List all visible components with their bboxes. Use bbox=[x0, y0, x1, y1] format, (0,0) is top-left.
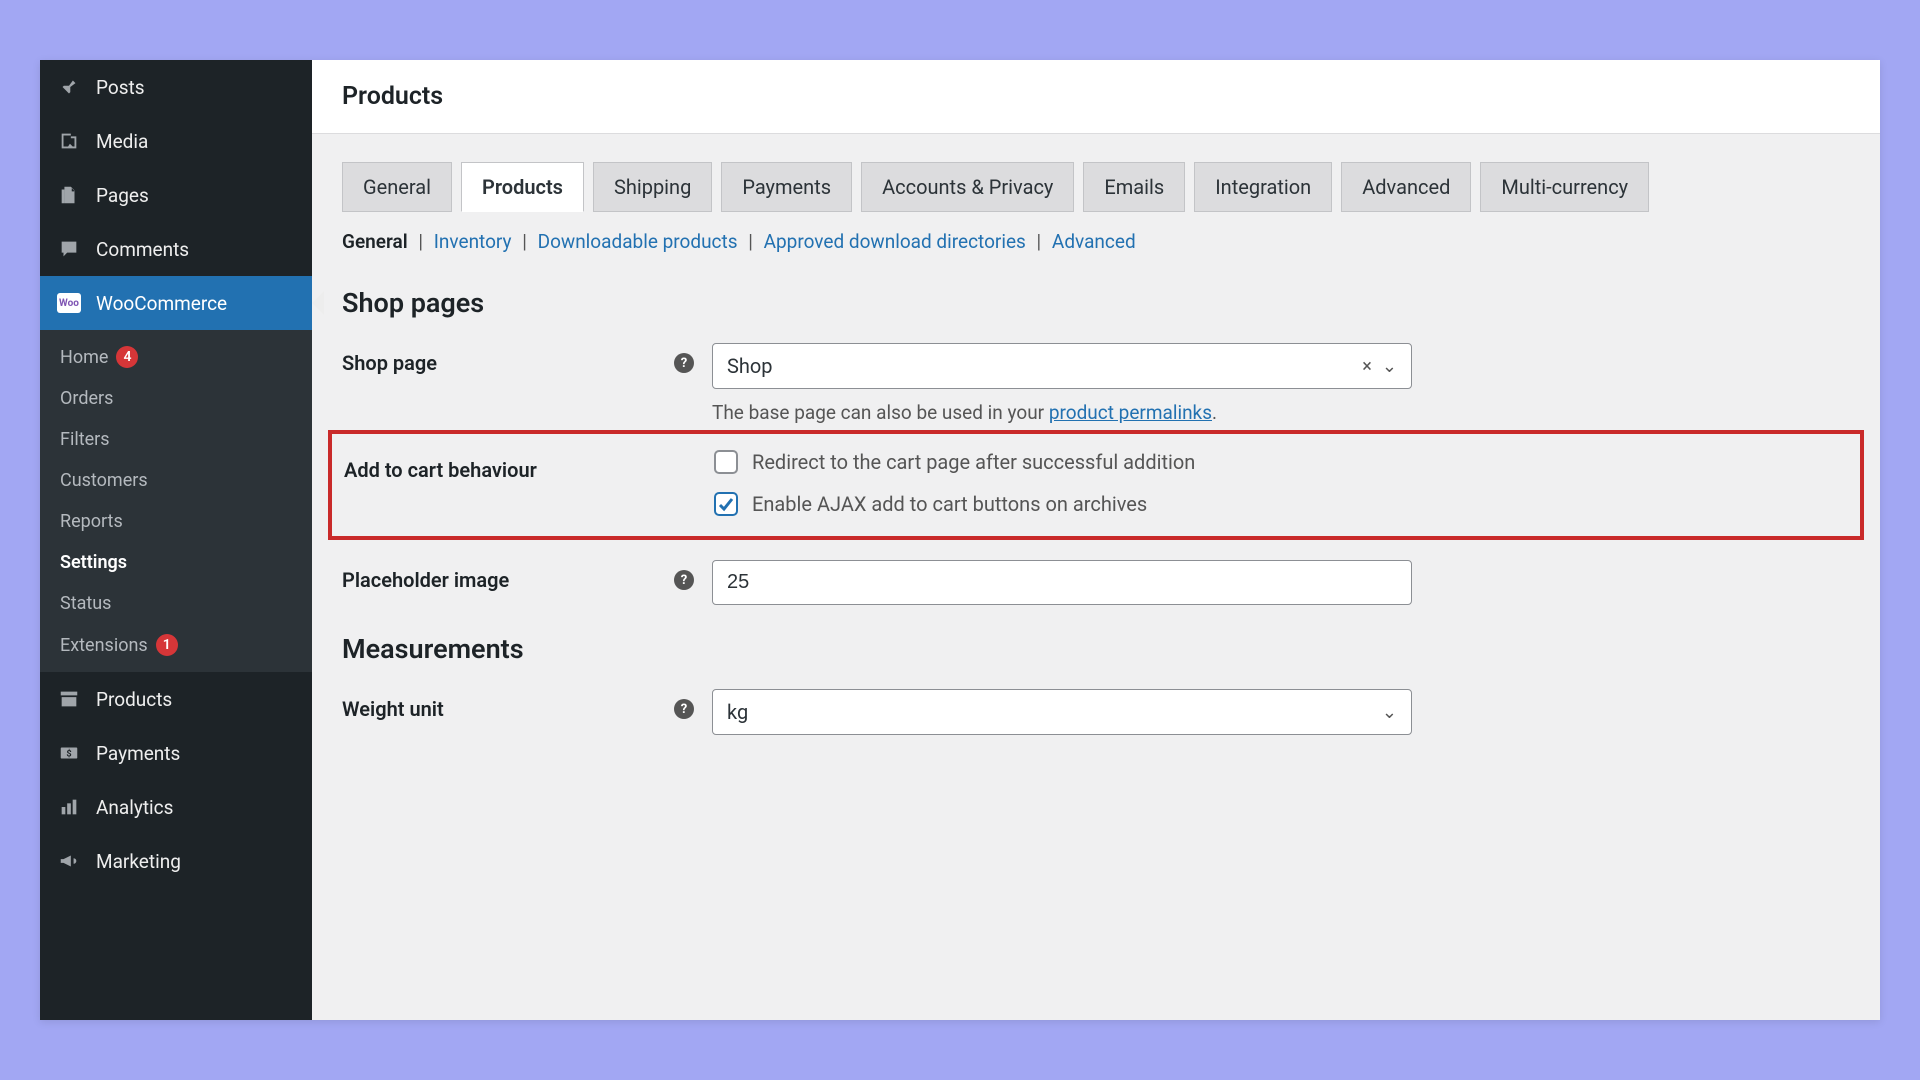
ajax-label: Enable AJAX add to cart buttons on archi… bbox=[752, 492, 1147, 516]
dollar-icon: $ bbox=[56, 740, 82, 766]
sidebar-submenu: Home4OrdersFiltersCustomersReportsSettin… bbox=[40, 330, 312, 672]
shop-page-value: Shop bbox=[727, 354, 773, 378]
badge: 4 bbox=[116, 346, 138, 368]
sidebar-sub-orders[interactable]: Orders bbox=[40, 378, 312, 419]
sidebar-label: Products bbox=[96, 688, 172, 711]
sidebar-label: Payments bbox=[96, 742, 180, 765]
tab-products[interactable]: Products bbox=[461, 162, 584, 212]
sidebar-label: WooCommerce bbox=[96, 292, 227, 315]
weight-unit-value: kg bbox=[727, 700, 748, 724]
tab-advanced[interactable]: Advanced bbox=[1341, 162, 1471, 212]
sidebar-item-payments[interactable]: $ Payments bbox=[40, 726, 312, 780]
bars-icon bbox=[56, 794, 82, 820]
sidebar-sub-customers[interactable]: Customers bbox=[40, 460, 312, 501]
megaphone-icon bbox=[56, 848, 82, 874]
help-icon[interactable]: ? bbox=[674, 570, 694, 590]
settings-tabs: GeneralProductsShippingPaymentsAccounts … bbox=[342, 162, 1850, 212]
tab-payments[interactable]: Payments bbox=[721, 162, 852, 212]
sidebar-label: Posts bbox=[96, 76, 145, 99]
help-icon[interactable]: ? bbox=[674, 699, 694, 719]
tab-general[interactable]: General bbox=[342, 162, 452, 212]
media-icon bbox=[56, 128, 82, 154]
svg-text:$: $ bbox=[66, 749, 71, 760]
redirect-label: Redirect to the cart page after successf… bbox=[752, 450, 1195, 474]
tab-integration[interactable]: Integration bbox=[1194, 162, 1332, 212]
subtab-inventory[interactable]: Inventory bbox=[434, 230, 512, 253]
sidebar-label: Marketing bbox=[96, 850, 181, 873]
sidebar-label: Pages bbox=[96, 184, 149, 207]
tab-multi-currency[interactable]: Multi-currency bbox=[1480, 162, 1649, 212]
subtab-general[interactable]: General bbox=[342, 230, 408, 253]
weight-unit-select[interactable]: kg ⌄ bbox=[712, 689, 1412, 735]
archive-icon bbox=[56, 686, 82, 712]
add-to-cart-label: Add to cart behaviour bbox=[344, 458, 537, 482]
sidebar-label: Analytics bbox=[96, 796, 173, 819]
sidebar-item-woocommerce[interactable]: Woo WooCommerce bbox=[40, 276, 312, 330]
woocommerce-icon: Woo bbox=[56, 290, 82, 316]
subtab-advanced[interactable]: Advanced bbox=[1052, 230, 1136, 253]
page-header: Products bbox=[312, 60, 1880, 134]
section-shop-pages: Shop pages bbox=[342, 287, 1850, 319]
shop-page-label: Shop page bbox=[342, 351, 437, 375]
sidebar-item-products[interactable]: Products bbox=[40, 672, 312, 726]
pin-icon bbox=[56, 74, 82, 100]
sidebar-label: Media bbox=[96, 130, 148, 153]
sidebar-sub-filters[interactable]: Filters bbox=[40, 419, 312, 460]
shop-page-select[interactable]: Shop × ⌄ bbox=[712, 343, 1412, 389]
tab-accounts-privacy[interactable]: Accounts & Privacy bbox=[861, 162, 1074, 212]
sidebar-sub-settings[interactable]: Settings bbox=[40, 542, 312, 583]
subtab-approved-download-directories[interactable]: Approved download directories bbox=[764, 230, 1026, 253]
section-measurements: Measurements bbox=[342, 633, 1850, 665]
sidebar-item-pages[interactable]: Pages bbox=[40, 168, 312, 222]
comment-icon bbox=[56, 236, 82, 262]
shop-page-desc: The base page can also be used in your p… bbox=[712, 401, 1412, 424]
help-icon[interactable]: ? bbox=[674, 353, 694, 373]
sidebar-item-marketing[interactable]: Marketing bbox=[40, 834, 312, 888]
chevron-down-icon[interactable]: ⌄ bbox=[1382, 356, 1397, 377]
admin-sidebar: PostsMediaPagesComments Woo WooCommerce … bbox=[40, 60, 312, 1020]
highlighted-setting: Add to cart behaviour Redirect to the ca… bbox=[328, 430, 1864, 540]
sidebar-item-comments[interactable]: Comments bbox=[40, 222, 312, 276]
sidebar-sub-reports[interactable]: Reports bbox=[40, 501, 312, 542]
sidebar-sub-home[interactable]: Home4 bbox=[40, 336, 312, 378]
clear-icon[interactable]: × bbox=[1362, 356, 1372, 377]
page-title: Products bbox=[342, 82, 1850, 111]
sidebar-sub-extensions[interactable]: Extensions1 bbox=[40, 624, 312, 666]
pages-icon bbox=[56, 182, 82, 208]
ajax-checkbox[interactable] bbox=[714, 492, 738, 516]
sidebar-item-posts[interactable]: Posts bbox=[40, 60, 312, 114]
placeholder-image-label: Placeholder image bbox=[342, 568, 509, 592]
subtab-downloadable-products[interactable]: Downloadable products bbox=[538, 230, 738, 253]
tab-emails[interactable]: Emails bbox=[1083, 162, 1185, 212]
sidebar-sub-status[interactable]: Status bbox=[40, 583, 312, 624]
sidebar-item-media[interactable]: Media bbox=[40, 114, 312, 168]
chevron-down-icon[interactable]: ⌄ bbox=[1382, 702, 1397, 723]
sidebar-item-analytics[interactable]: Analytics bbox=[40, 780, 312, 834]
sidebar-label: Comments bbox=[96, 238, 189, 261]
redirect-checkbox[interactable] bbox=[714, 450, 738, 474]
badge: 1 bbox=[156, 634, 178, 656]
placeholder-image-input[interactable] bbox=[712, 560, 1412, 605]
product-permalinks-link[interactable]: product permalinks bbox=[1049, 401, 1212, 424]
settings-subtabs: General | Inventory | Downloadable produ… bbox=[342, 224, 1850, 259]
weight-unit-label: Weight unit bbox=[342, 697, 444, 721]
tab-shipping[interactable]: Shipping bbox=[593, 162, 712, 212]
